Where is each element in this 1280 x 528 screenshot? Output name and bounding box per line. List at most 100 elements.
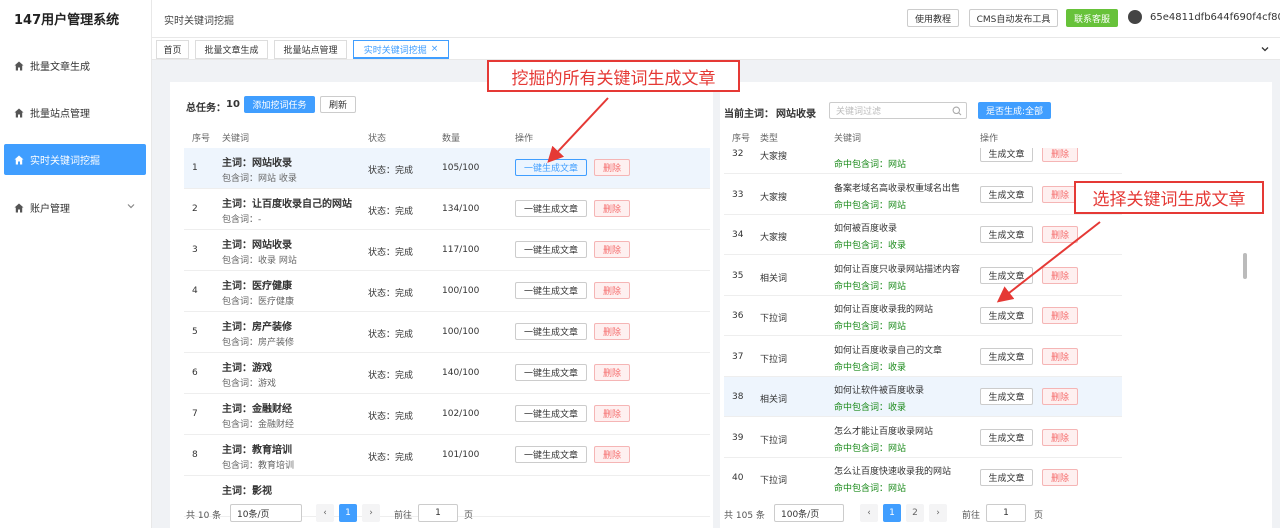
tab-home[interactable]: 首页 <box>156 40 189 59</box>
avatar[interactable] <box>1128 10 1142 24</box>
keyword-list-viewport[interactable]: 32 大家搜 命中包含词：网站 生成文章 删除 33 大家搜 备案老域名高收录权重域名出售 命中… <box>724 148 1124 493</box>
delete-button[interactable]: 删除 <box>1042 307 1078 324</box>
keyword-row[interactable]: 35 相关词 如何让百度只收录网站描述内容 命中包含词：网站 生成文章 删除 <box>724 256 1122 296</box>
page-size-select[interactable]: 10条/页 <box>230 504 302 522</box>
generate-all-articles-button[interactable]: 一键生成文章 <box>515 364 587 381</box>
generate-article-button[interactable]: 生成文章 <box>980 347 1033 365</box>
table-row[interactable]: 3 主词：网站收录 包含词：收录 网站 状态：完成 117/100 一键生成文章 删除 <box>184 230 710 271</box>
sidebar-item-account[interactable]: 账户管理 <box>4 192 146 223</box>
delete-button[interactable]: 删除 <box>594 323 630 340</box>
generate-article-button[interactable]: 生成文章 <box>980 226 1033 243</box>
next-page-button[interactable]: › <box>362 504 380 522</box>
keyword-row[interactable]: 36 下拉词 如何让百度收录我的网站 命中包含词：网站 生成文章 删除 <box>724 296 1122 336</box>
table-row[interactable]: 4 主词：医疗健康 包含词：医疗健康 状态：完成 100/100 一键生成文章 删除 <box>184 271 710 312</box>
generate-all-articles-button[interactable]: 一键生成文章 <box>515 200 587 217</box>
table-row[interactable]: 5 主词：房产装修 包含词：房产装修 状态：完成 100/100 一键生成文章 删除 <box>184 312 710 353</box>
generate-all-articles-button[interactable]: 一键生成文章 <box>515 405 587 422</box>
delete-button[interactable]: 删除 <box>594 159 630 176</box>
generate-article-button[interactable]: 生成文章 <box>980 266 1033 284</box>
column-header: 类型 <box>760 134 779 144</box>
refresh-button[interactable]: 刷新 <box>320 96 356 113</box>
keyword-row[interactable]: 32 大家搜 命中包含词：网站 生成文章 删除 <box>724 148 1122 174</box>
delete-button[interactable]: 删除 <box>594 282 630 299</box>
total-tasks-label: 总任务： <box>186 103 226 114</box>
delete-button[interactable]: 删除 <box>1042 148 1078 162</box>
keyword-row[interactable]: 40 下拉词 怎么让百度快速收录我的网站 命中包含词：网站 生成文章 删除 <box>724 458 1122 493</box>
cms-tool-button[interactable]: CMS自动发布工具 <box>969 9 1058 27</box>
sidebar-item-batch-sites[interactable]: 批量站点管理 <box>4 97 146 128</box>
add-task-button[interactable]: 添加挖词任务 <box>244 96 315 113</box>
delete-button[interactable]: 删除 <box>1042 428 1078 446</box>
generate-all-articles-button[interactable]: 一键生成文章 <box>515 282 587 299</box>
generate-article-button[interactable]: 生成文章 <box>980 148 1033 162</box>
table-row[interactable]: 7 主词：金融财经 包含词：金融财经 状态：完成 102/100 一键生成文章 删除 <box>184 394 710 435</box>
page-button[interactable]: 1 <box>339 504 357 522</box>
tab-keyword-mining[interactable]: 实时关键词挖掘 × <box>353 40 449 59</box>
keyword-row[interactable]: 37 下拉词 如何让百度收录自己的文章 命中包含词：收录 生成文章 删除 <box>724 337 1122 377</box>
task-count: 101/100 <box>442 450 480 460</box>
main-value: 房产装修 <box>252 322 292 333</box>
generate-filter-select[interactable]: 是否生成:全部 <box>978 102 1051 119</box>
goto-label: 前往 <box>394 511 413 521</box>
delete-button[interactable]: 删除 <box>594 200 630 217</box>
delete-button[interactable]: 删除 <box>1042 469 1078 486</box>
generate-article-button[interactable]: 生成文章 <box>980 185 1033 203</box>
generate-all-articles-button[interactable]: 一键生成文章 <box>515 159 587 176</box>
total-tasks-value: 10 <box>226 99 240 110</box>
main-prefix: 主词： <box>222 158 252 169</box>
page-size-select[interactable]: 100条/页 <box>774 504 844 522</box>
tab-batch-articles[interactable]: 批量文章生成 <box>195 40 268 59</box>
main-value: 影视 <box>252 486 272 497</box>
sub-keyword: 包含词：游戏 <box>222 376 276 389</box>
next-page-button[interactable]: › <box>929 504 947 522</box>
hit-prefix: 命中包含词： <box>834 322 889 332</box>
generate-article-button[interactable]: 生成文章 <box>980 428 1033 446</box>
generate-article-button[interactable]: 生成文章 <box>980 307 1033 324</box>
hit-prefix: 命中包含词： <box>834 200 889 211</box>
page-size-value: 10条/页 <box>237 509 270 520</box>
table-row[interactable]: 6 主词：游戏 包含词：游戏 状态：完成 140/100 一键生成文章 删除 <box>184 353 710 394</box>
delete-button[interactable]: 删除 <box>594 241 630 258</box>
sidebar-item-batch-articles[interactable]: 批量文章生成 <box>4 50 146 81</box>
delete-button[interactable]: 删除 <box>594 446 630 463</box>
delete-button[interactable]: 删除 <box>594 364 630 381</box>
delete-button[interactable]: 删除 <box>1042 266 1078 284</box>
column-header: 操作 <box>515 134 534 144</box>
keyword-row[interactable]: 33 大家搜 备案老域名高收录权重域名出售 命中包含词：网站 生成文章 删除 <box>724 175 1122 215</box>
keyword-row[interactable]: 39 下拉词 怎么才能让百度收录网站 命中包含词：网站 生成文章 删除 <box>724 418 1122 458</box>
goto-page-input[interactable]: 1 <box>986 504 1026 522</box>
prev-page-button[interactable]: ‹ <box>316 504 334 522</box>
keyword-row[interactable]: 38 相关词 如何让软件被百度收录 命中包含词：收录 生成文章 删除 <box>724 377 1122 417</box>
generate-article-button[interactable]: 生成文章 <box>980 388 1033 405</box>
close-icon[interactable]: × <box>431 44 439 54</box>
main-prefix: 主词： <box>222 486 252 497</box>
table-row[interactable]: 8 主词：教育培训 包含词：教育培训 状态：完成 101/100 一键生成文章 删除 <box>184 435 710 476</box>
generate-all-articles-button[interactable]: 一键生成文章 <box>515 241 587 258</box>
keyword-row[interactable]: 34 大家搜 如何被百度收录 命中包含词：收录 生成文章 删除 <box>724 215 1122 255</box>
tab-batch-sites[interactable]: 批量站点管理 <box>274 40 347 59</box>
delete-button[interactable]: 删除 <box>1042 388 1078 405</box>
table-row[interactable]: 1 主词：网站收录 包含词：网站 收录 状态：完成 105/100 一键生成文章 删除 <box>184 148 710 189</box>
row-number: 2 <box>192 204 198 214</box>
sidebar-item-keyword-mining[interactable]: 实时关键词挖掘 <box>4 144 146 175</box>
prev-page-button[interactable]: ‹ <box>860 504 878 522</box>
page-button[interactable]: 2 <box>906 504 924 522</box>
scrollbar-thumb[interactable] <box>1243 253 1247 279</box>
sub-prefix: 包含词： <box>222 297 259 307</box>
delete-button[interactable]: 删除 <box>594 405 630 422</box>
tutorial-button[interactable]: 使用教程 <box>907 9 959 27</box>
page-button[interactable]: 1 <box>883 504 901 522</box>
delete-button[interactable]: 删除 <box>1042 226 1078 243</box>
chevron-down-icon[interactable] <box>1260 44 1270 54</box>
table-row[interactable]: 2 主词：让百度收录自己的网站 包含词：- 状态：完成 134/100 一键生成文章 删除 <box>184 189 710 230</box>
delete-button[interactable]: 删除 <box>1042 347 1078 365</box>
generate-article-button[interactable]: 生成文章 <box>980 469 1033 486</box>
delete-button[interactable]: 删除 <box>1042 185 1078 203</box>
task-count: 140/100 <box>442 368 480 378</box>
generate-all-articles-button[interactable]: 一键生成文章 <box>515 446 587 463</box>
contact-support-button[interactable]: 联系客服 <box>1066 9 1118 27</box>
task-count: 134/100 <box>442 204 480 214</box>
goto-page-input[interactable]: 1 <box>418 504 458 522</box>
generate-all-articles-button[interactable]: 一键生成文章 <box>515 323 587 340</box>
keyword-filter-input[interactable]: 关键词过滤 <box>829 102 967 119</box>
